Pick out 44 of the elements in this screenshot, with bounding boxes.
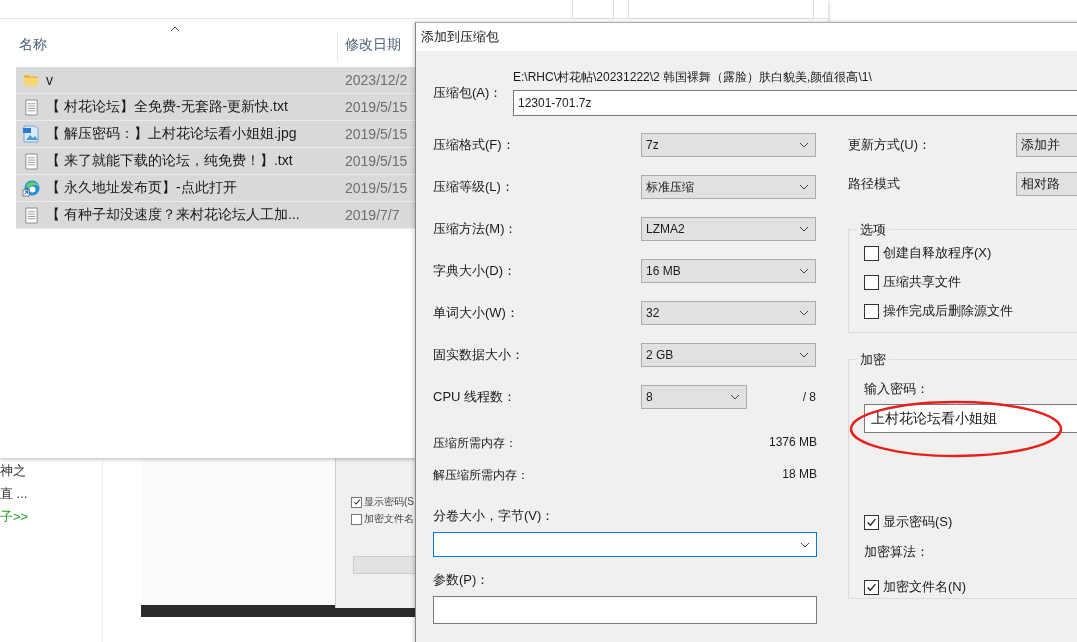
field-label: 路径模式 bbox=[848, 175, 901, 193]
checkbox-label: 显示密码(S) bbox=[883, 513, 953, 531]
checkbox-label: 创建自释放程序(X) bbox=[883, 244, 992, 262]
file-name: v bbox=[46, 72, 54, 88]
checkbox-label: 操作完成后删除源文件 bbox=[883, 302, 1013, 320]
memory-value: 18 MB bbox=[782, 467, 817, 483]
memory-value: 1376 MB bbox=[768, 435, 817, 451]
field-label: 压缩方法(M)： bbox=[433, 220, 519, 238]
file-date: 2019/5/15 bbox=[345, 180, 408, 196]
field-label: CPU 线程数： bbox=[433, 388, 518, 406]
file-date: 2023/12/2 bbox=[345, 72, 408, 88]
file-date: 2019/5/15 bbox=[345, 126, 408, 142]
archive-path: E:\RHC\村花帖\20231222\2 韩国裸舞（露脸）肤白貌美,颜值很高\1\ bbox=[513, 69, 873, 86]
file-name: 【 村花论坛】全免费-无套路-更新快.txt bbox=[46, 98, 289, 116]
field-label: 单词大小(W)： bbox=[433, 304, 520, 322]
file-date: 2019/5/15 bbox=[345, 99, 408, 115]
checkbox-label: 显示密码(S bbox=[364, 495, 414, 509]
file-name: 【 解压密码：】上村花论坛看小姐姐.jpg bbox=[46, 125, 298, 143]
checkbox-label: 加密文件名 bbox=[364, 512, 414, 526]
field-label: 压缩格式(F)： bbox=[433, 136, 516, 154]
memory-label: 解压缩所需内存： bbox=[433, 467, 529, 484]
field-label: 更新方式(U)： bbox=[848, 136, 933, 154]
file-name: 【 来了就能下载的论坛，纯免费！】.txt bbox=[46, 152, 294, 170]
page-text: 直 ... bbox=[0, 485, 29, 503]
file-date: 2019/7/7 bbox=[345, 207, 400, 223]
group-title: 加密 bbox=[857, 351, 889, 369]
file-name: 【 有种子却没速度？来村花论坛人工加... bbox=[46, 206, 301, 224]
file-date: 2019/5/15 bbox=[345, 153, 408, 169]
page-text: 神之 bbox=[0, 462, 27, 480]
memory-label: 压缩所需内存： bbox=[433, 435, 517, 452]
field-label: 加密算法： bbox=[864, 543, 930, 561]
window-title: 添加到压缩包 bbox=[421, 28, 499, 46]
field-label: 输入密码： bbox=[864, 380, 930, 398]
checkbox-label: 加密文件名(N) bbox=[883, 578, 967, 596]
file-name: 【 永久地址发布页】-点此打开 bbox=[46, 179, 238, 197]
field-label: 分卷大小，字节(V)： bbox=[433, 507, 556, 525]
field-label: 压缩包(A)： bbox=[433, 83, 504, 102]
field-label: 固实数据大小： bbox=[433, 346, 525, 364]
group-title: 选项 bbox=[857, 221, 889, 239]
field-label: 参数(P)： bbox=[433, 571, 491, 589]
thread-total: / 8 bbox=[802, 390, 816, 404]
field-label: 压缩等级(L)： bbox=[433, 178, 515, 196]
checkbox-label: 压缩共享文件 bbox=[883, 273, 961, 291]
field-label: 字典大小(D)： bbox=[433, 262, 518, 280]
